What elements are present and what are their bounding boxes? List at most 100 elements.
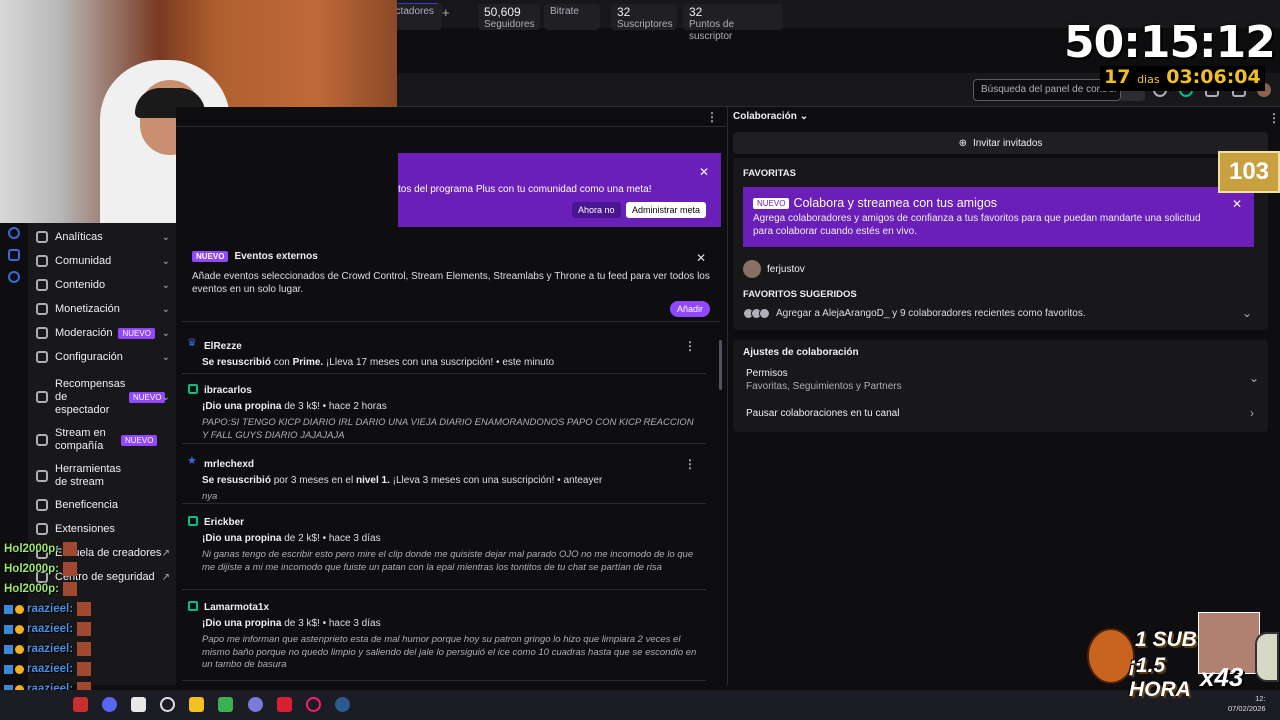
chevron-right-icon[interactable]: › — [1250, 406, 1254, 420]
close-icon[interactable]: ✕ — [696, 251, 706, 265]
feed-username[interactable]: mrlechexd — [204, 459, 254, 470]
favorites-title: FAVORITAS — [743, 168, 796, 179]
more-options-icon[interactable]: ⋮ — [684, 457, 696, 471]
discord-icon[interactable] — [102, 697, 117, 712]
gamepad-icon[interactable] — [218, 697, 233, 712]
new-badge: NUEVO — [118, 327, 155, 339]
feed-username[interactable]: Erickber — [204, 517, 244, 528]
feed-username[interactable]: ElRezze — [204, 341, 242, 352]
collaboration-header[interactable]: Colaboración ⌄ — [733, 111, 808, 122]
dashboard-search-input[interactable]: Búsqueda del panel de control — [973, 79, 1121, 101]
feed-item[interactable]: ♛ ElRezze Se resuscribió con Prime. ¡Lle… — [182, 334, 706, 374]
clock-icon — [1255, 632, 1279, 682]
chat-line: Hol2000p: — [4, 582, 77, 596]
charity-icon — [36, 499, 48, 511]
feed-scrollbar[interactable] — [719, 340, 722, 390]
avatar — [743, 260, 761, 278]
sidebar-item-settings[interactable]: Configuración ⌄ — [36, 351, 170, 363]
chevron-down-icon: ⌄ — [161, 327, 170, 339]
sidebar-item-moderation[interactable]: Moderación NUEVO ⌄ — [36, 327, 170, 339]
suggested-favorites-title: FAVORITOS SUGERIDOS — [743, 289, 857, 300]
more-options-icon[interactable]: ⋮ — [706, 110, 718, 124]
external-events-title: Eventos externos — [234, 251, 318, 262]
guest-star-icon — [36, 434, 48, 446]
store-icon[interactable] — [131, 697, 146, 712]
close-icon[interactable]: ✕ — [699, 165, 709, 179]
sword-icon — [36, 327, 48, 339]
tip-icon — [188, 601, 198, 611]
promo-text: tos del programa Plus con tu comunidad c… — [398, 184, 652, 195]
new-tab-button[interactable]: + — [442, 5, 450, 20]
feed-item[interactable]: Erickber ¡Dio una propina de 2 k$! • hac… — [182, 510, 706, 590]
sidebar-item-charity[interactable]: Beneficencia — [36, 499, 170, 511]
external-events-description: Añade eventos seleccionados de Crowd Con… — [192, 271, 710, 295]
sidebar-item-community[interactable]: Comunidad ⌄ — [36, 255, 170, 267]
chevron-down-icon: ⌄ — [161, 255, 170, 267]
pause-collab-link[interactable]: Pausar colaboraciones en tu canal — [746, 408, 899, 419]
system-tray-clock[interactable]: 12: 07/02/2026 — [1228, 694, 1266, 714]
stream-manager-icon[interactable] — [8, 227, 20, 239]
monetization-icon — [36, 303, 48, 315]
suggested-favorites-row[interactable]: Agregar a AlejaArangoD_ y 9 colaboradore… — [743, 308, 1086, 319]
external-link-icon: ↗ — [161, 547, 170, 559]
activity-feed-list: ♛ ElRezze Se resuscribió con Prime. ¡Lle… — [182, 334, 712, 685]
chevron-down-icon: ⌄ — [161, 303, 170, 315]
gear-icon — [36, 351, 48, 363]
add-button[interactable]: Añadir — [669, 301, 710, 317]
plus-goal-promo: tos del programa Plus con tu comunidad c… — [398, 153, 721, 227]
chevron-down-icon[interactable]: ⌄ — [1249, 371, 1259, 385]
settings-icon[interactable] — [8, 271, 20, 283]
feed-username[interactable]: Lamarmota1x — [204, 602, 269, 613]
chevron-down-icon: ⌄ — [161, 231, 170, 243]
not-now-button[interactable]: Ahora no — [572, 202, 621, 218]
brave-icon[interactable] — [73, 697, 88, 712]
more-options-icon[interactable]: ⋮ — [1268, 111, 1280, 125]
crown-icon: ♛ — [187, 337, 197, 349]
content-icon — [36, 279, 48, 291]
activity-feed-header: ⋮ — [176, 107, 726, 127]
sidebar-item-stream-tools[interactable]: Herramientas de stream — [36, 463, 170, 489]
obs-icon[interactable] — [160, 697, 175, 712]
feed-item[interactable]: ★ mrlechexd Se resuscribió por 3 meses e… — [182, 452, 706, 504]
tip-icon — [188, 516, 198, 526]
manage-goal-button[interactable]: Administrar meta — [626, 202, 707, 218]
chevron-down-icon[interactable]: ⌄ — [1242, 306, 1252, 320]
sidebar-item-monetization[interactable]: Monetización ⌄ — [36, 303, 170, 315]
folder-icon[interactable] — [189, 697, 204, 712]
more-options-icon[interactable]: ⋮ — [684, 339, 696, 353]
feed-message: Ni ganas tengo de escribir esto pero mir… — [202, 549, 694, 573]
subathon-timer: 50:15:12 — [1064, 17, 1276, 68]
stat-subscribers: 32 Suscriptores — [611, 4, 677, 30]
sidebar-item-viewer-rewards[interactable]: Recompensas de espectador NUEVO ⌄ — [36, 377, 170, 417]
sidebar-item-analytics[interactable]: Analíticas ⌄ — [36, 231, 170, 243]
permissions-label[interactable]: Permisos — [746, 368, 788, 379]
chat-line: Hol2000p: — [4, 562, 77, 576]
chat-icon[interactable] — [8, 249, 20, 261]
new-badge: NUEVO — [753, 197, 790, 209]
feed-username[interactable]: ibracarlos — [204, 385, 252, 396]
favorite-user[interactable]: ferjustov — [743, 260, 805, 278]
stat-followers: 50,609 Seguidores — [478, 4, 540, 30]
recorder-icon[interactable] — [277, 697, 292, 712]
app-icon[interactable] — [248, 697, 263, 712]
multiplier-text: x43 — [1200, 662, 1244, 692]
feed-item[interactable]: Lamarmota1x ¡Dio una propina de 3 k$! • … — [182, 595, 706, 681]
stat-sub-points: 32 Puntos de suscriptor — [683, 4, 783, 42]
invite-guests-button[interactable]: ⊕ Invitar invitados — [733, 132, 1268, 154]
sidebar-item-content[interactable]: Contenido ⌄ — [36, 279, 170, 291]
external-link-icon: ↗ — [161, 571, 170, 583]
chevron-down-icon: ⌄ — [161, 279, 170, 291]
sub-promo-overlay: 1 SUB - ¡1.5 HORA — [1085, 610, 1205, 701]
steam-icon[interactable] — [335, 697, 350, 712]
collab-promo-banner: NUEVO Colabora y streamea con tus amigos … — [743, 187, 1254, 247]
sidebar-item-guest-star[interactable]: Stream en compañía NUEVO — [36, 427, 170, 453]
sidebar-item-extensions[interactable]: Extensiones — [36, 523, 170, 535]
close-icon[interactable]: ✕ — [1232, 197, 1242, 211]
add-user-icon: ⊕ — [958, 137, 967, 149]
feed-message: PAPO:SI TENGO KICP DIARIO IRL DARIO UNA … — [202, 417, 694, 441]
extensions-icon — [36, 523, 48, 535]
opera-icon[interactable] — [306, 697, 321, 712]
analytics-icon — [36, 231, 48, 243]
subathon-elapsed: 17 dias 03:06:04 — [1100, 66, 1265, 91]
feed-item[interactable]: ibracarlos ¡Dio una propina de 3 k$! • h… — [182, 378, 706, 444]
